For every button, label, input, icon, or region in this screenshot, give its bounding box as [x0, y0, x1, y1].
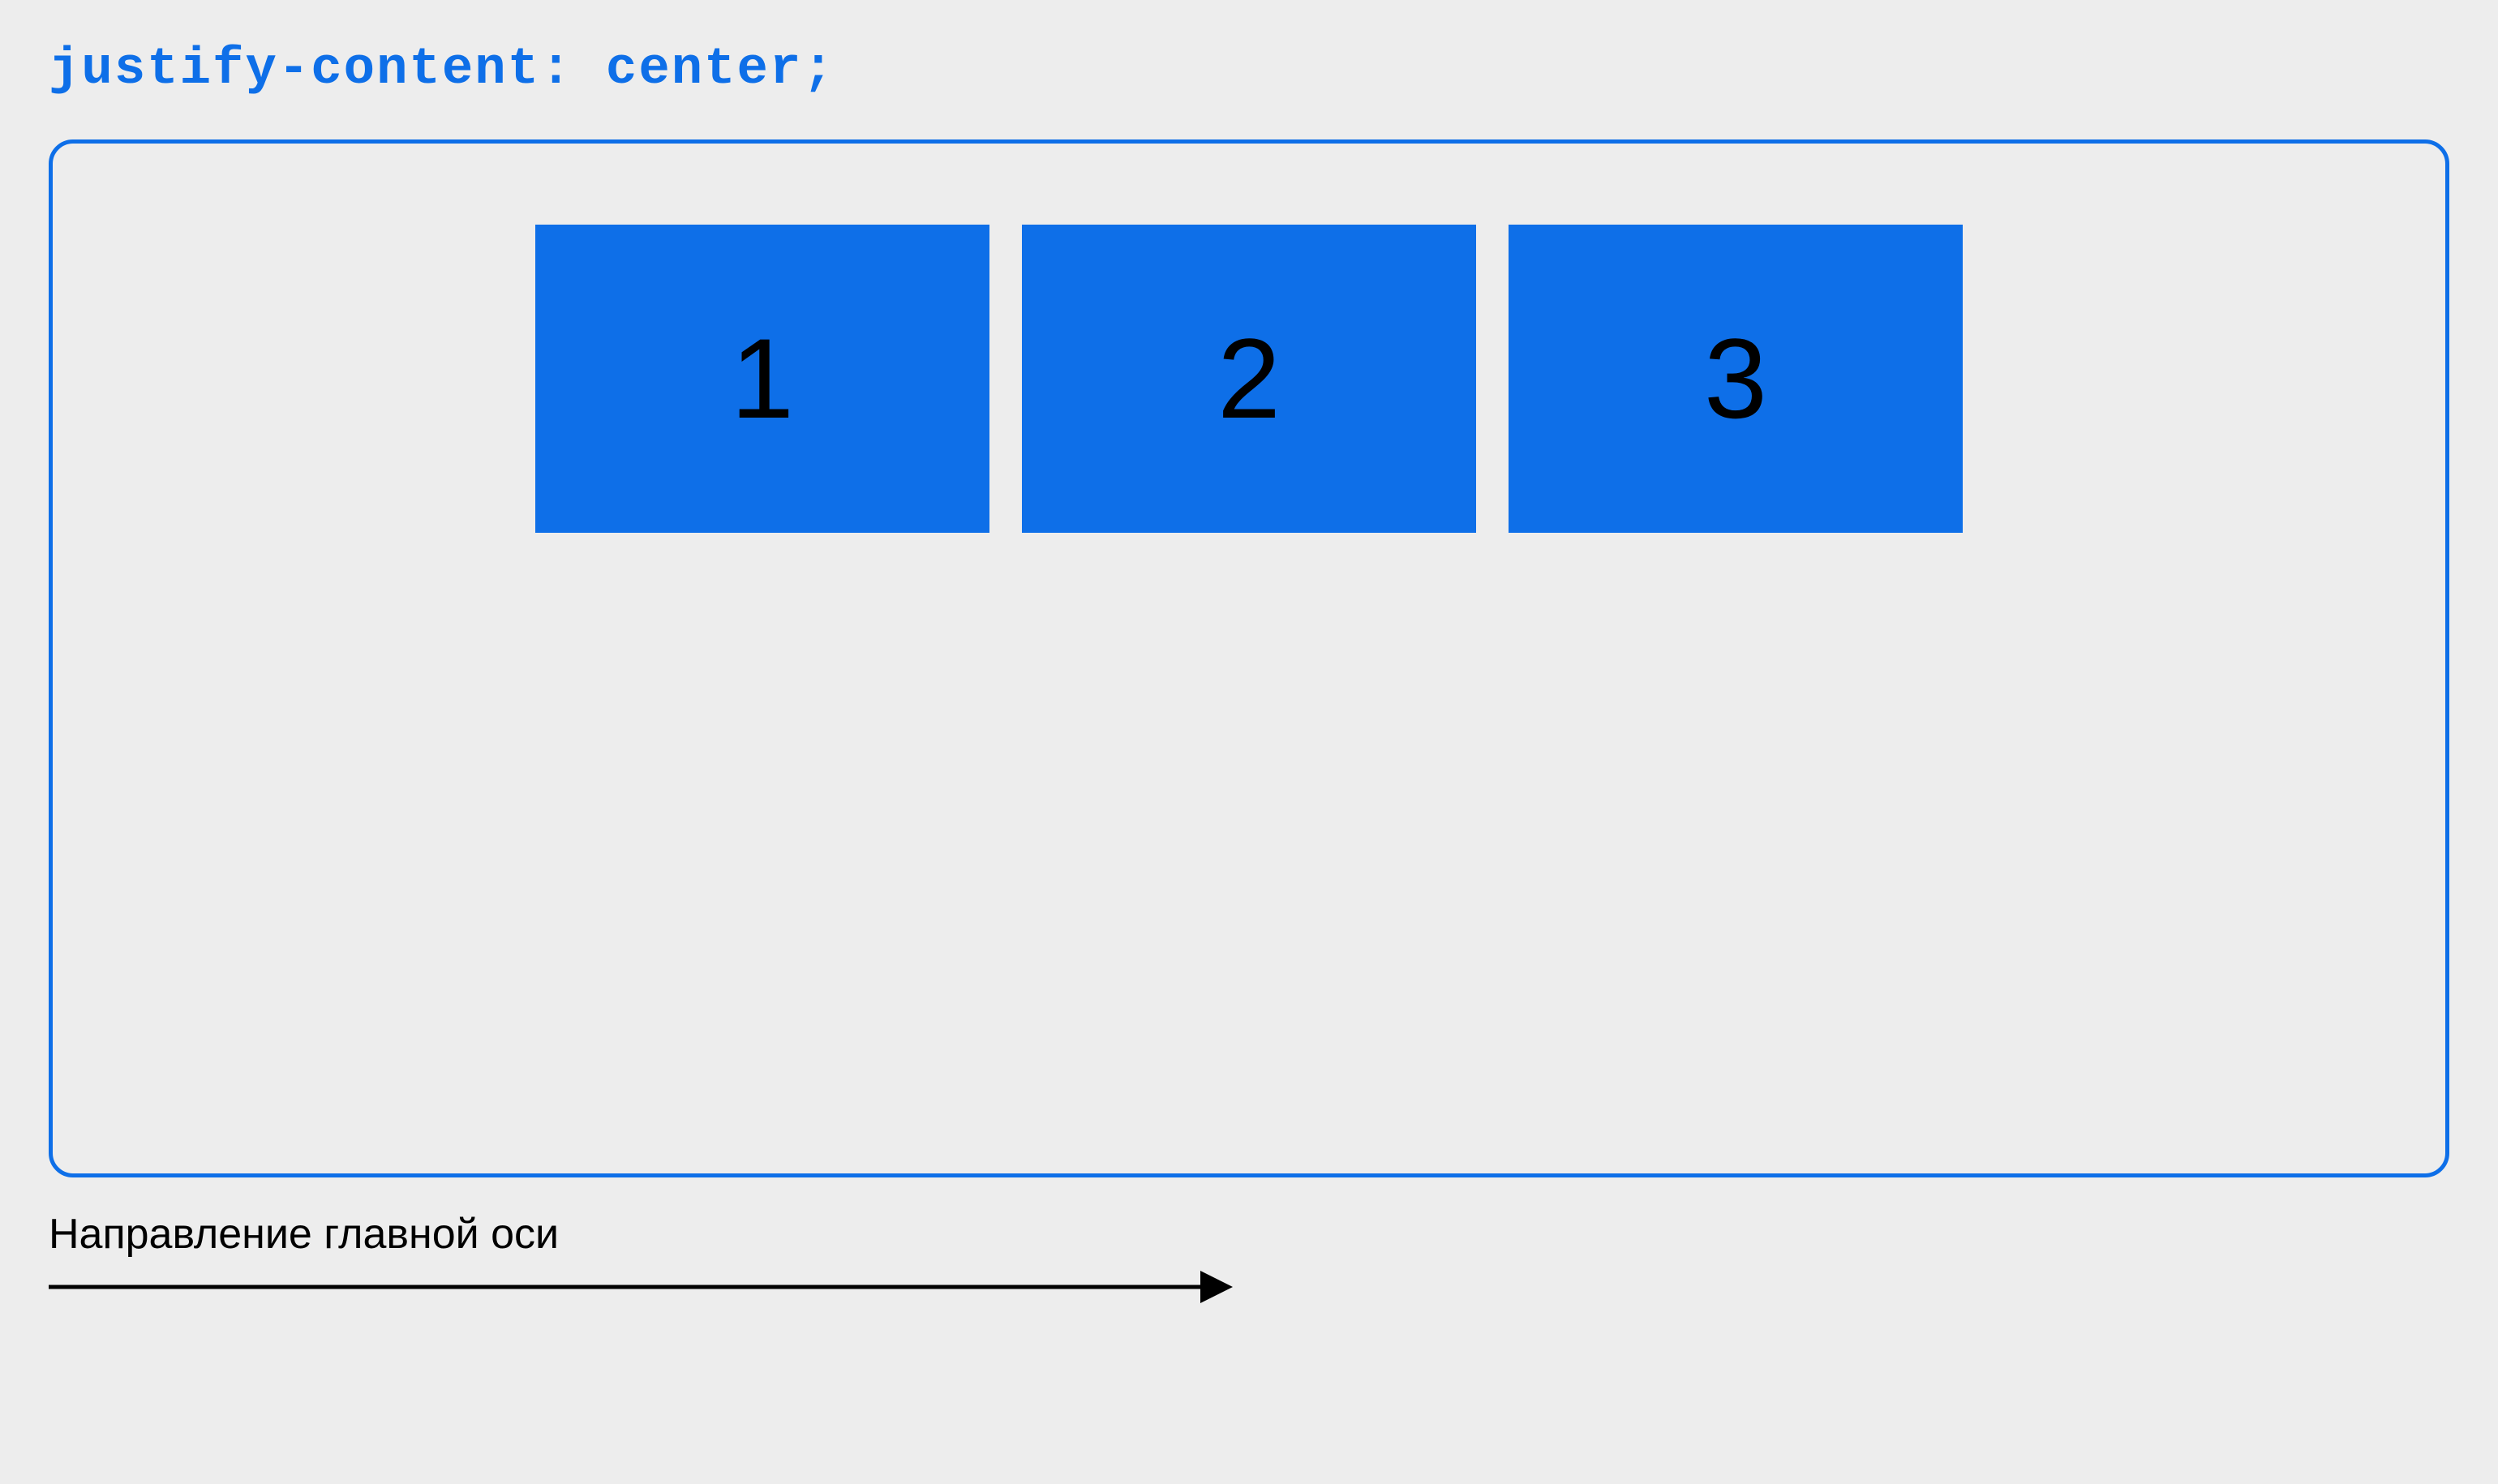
- axis-label: Направление главной оси: [49, 1210, 2449, 1259]
- axis-direction: Направление главной оси: [49, 1210, 2449, 1303]
- flex-item: 1: [535, 225, 989, 533]
- code-title: justify-content: center;: [49, 41, 2449, 99]
- arrow-right-icon: [49, 1271, 1233, 1303]
- flex-item: 3: [1509, 225, 1963, 533]
- flex-container: 1 2 3: [49, 139, 2449, 1177]
- flex-item: 2: [1022, 225, 1476, 533]
